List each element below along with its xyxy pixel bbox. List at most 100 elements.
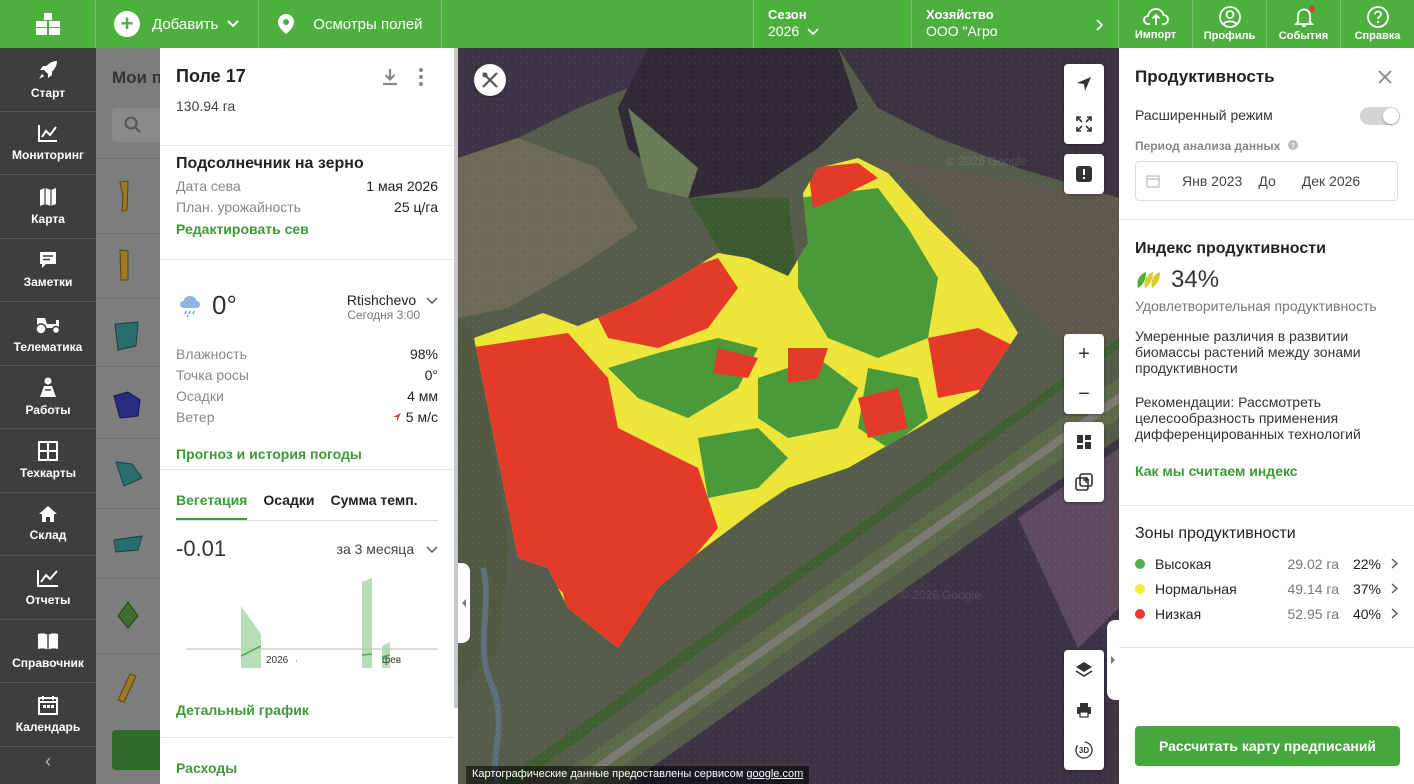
- field-thumbnail[interactable]: [110, 248, 146, 284]
- download-icon[interactable]: [382, 68, 398, 86]
- zone-area: 52.95 га: [1287, 605, 1339, 622]
- field-list-overlay: Мои п: [96, 48, 160, 784]
- layout-button[interactable]: [1064, 422, 1104, 462]
- nav-item-start[interactable]: Старт: [0, 48, 96, 112]
- sow-date-row: Дата сева 1 мая 2026: [176, 176, 438, 197]
- zone-row-low[interactable]: Низкая 52.95 га 40%: [1135, 601, 1398, 626]
- nav-item-map[interactable]: Карта: [0, 175, 96, 239]
- attribution-link[interactable]: google.com: [746, 768, 803, 780]
- collapse-field-panel-handle[interactable]: [458, 563, 470, 643]
- zone-name: Нормальная: [1155, 580, 1237, 597]
- nav-item-techcards[interactable]: Техкарты: [0, 429, 96, 493]
- field-thumbnail[interactable]: [110, 598, 146, 634]
- zone-area: 29.02 га: [1287, 555, 1339, 572]
- zone-row-high[interactable]: Высокая 29.02 га 22%: [1135, 551, 1398, 576]
- field-inspections-button[interactable]: Осмотры полей: [259, 0, 442, 48]
- zoom-in-button[interactable]: +: [1064, 334, 1104, 374]
- chevron-right-icon: [1391, 558, 1398, 569]
- nav-item-reference[interactable]: Справочник: [0, 620, 96, 683]
- collapse-nav-button[interactable]: ‹: [0, 747, 96, 777]
- alert-button[interactable]: [1064, 154, 1104, 194]
- field-list-search[interactable]: [112, 108, 160, 142]
- collapse-right-panel-handle[interactable]: [1107, 620, 1119, 700]
- print-button[interactable]: [1064, 690, 1104, 730]
- tab-temperature-sum[interactable]: Сумма темп.: [331, 492, 418, 520]
- weather-forecast-link[interactable]: Прогноз и история погоды: [176, 446, 362, 462]
- compare-icon: [1075, 473, 1093, 491]
- app-logo[interactable]: [0, 0, 96, 48]
- zoom-out-button[interactable]: −: [1064, 374, 1104, 414]
- location-pin-icon: [278, 14, 295, 34]
- field-thumbnail[interactable]: [110, 388, 146, 424]
- field-thumbnail[interactable]: [110, 458, 146, 494]
- productivity-index-title: Индекс продуктивности: [1135, 240, 1326, 257]
- attribution-text: Картографические данные предоставлены се…: [472, 768, 747, 780]
- farm-selector[interactable]: Хозяйство ООО "Агро: [911, 0, 1118, 48]
- chevron-down-icon: [426, 546, 438, 554]
- nav-item-works[interactable]: Работы: [0, 366, 96, 429]
- sow-date-label: Дата сева: [176, 178, 241, 194]
- field-details-panel: Поле 17 130.94 га Подсолнечник на зерно …: [160, 48, 454, 784]
- dew-point-label: Точка росы: [176, 367, 249, 383]
- minus-icon: −: [1078, 382, 1090, 405]
- help-label: Справка: [1354, 30, 1401, 42]
- yield-label: План. урожайность: [176, 199, 301, 215]
- field-area: 130.94 га: [176, 98, 236, 114]
- advanced-mode-toggle[interactable]: [1360, 107, 1400, 125]
- tab-vegetation[interactable]: Вегетация: [176, 492, 248, 520]
- nav-item-monitoring[interactable]: Мониторинг: [0, 112, 96, 175]
- chevron-left-icon: [462, 599, 466, 607]
- profile-button[interactable]: Профиль: [1192, 0, 1266, 48]
- season-selector[interactable]: Сезон 2026: [753, 0, 911, 48]
- nav-item-telematics[interactable]: Телематика: [0, 302, 96, 366]
- chevron-right-icon: [1391, 608, 1398, 619]
- nav-item-warehouse[interactable]: Склад: [0, 493, 96, 556]
- more-vertical-icon[interactable]: [418, 68, 424, 86]
- fullscreen-button[interactable]: [1064, 104, 1104, 144]
- tab-precipitation[interactable]: Осадки: [263, 492, 314, 520]
- 3d-view-button[interactable]: 3D: [1064, 730, 1104, 770]
- vegetation-period-selector[interactable]: за 3 месяца: [337, 541, 438, 557]
- field-list-action-button[interactable]: [112, 730, 160, 770]
- calculate-prescription-map-button[interactable]: Рассчитать карту предписаний: [1135, 726, 1400, 766]
- period-from[interactable]: Янв 2023: [1182, 173, 1242, 189]
- help-circle-icon[interactable]: ?: [1287, 140, 1298, 150]
- field-thumbnail[interactable]: [110, 178, 146, 214]
- layers-button[interactable]: [1064, 650, 1104, 690]
- nav-label: Заметки: [23, 275, 73, 290]
- zone-row-normal[interactable]: Нормальная 49.14 га 37%: [1135, 576, 1398, 601]
- rocket-icon: [39, 60, 57, 79]
- plus-icon: +: [1078, 342, 1090, 365]
- field-thumbnail[interactable]: [110, 528, 146, 564]
- field-thumbnail[interactable]: [110, 318, 146, 354]
- productivity-panel: Продуктивность Расширенный режим Период …: [1119, 48, 1414, 784]
- nav-item-calendar[interactable]: Календарь: [0, 683, 96, 747]
- help-button[interactable]: Справка: [1340, 0, 1414, 48]
- analysis-period-range[interactable]: Янв 2023 До Дек 2026: [1135, 161, 1398, 201]
- close-icon[interactable]: [1378, 70, 1392, 84]
- events-button[interactable]: События: [1266, 0, 1340, 48]
- import-button[interactable]: Импорт: [1118, 0, 1192, 48]
- compare-button[interactable]: [1064, 462, 1104, 502]
- my-location-button[interactable]: [1064, 64, 1104, 104]
- field-thumbnail[interactable]: [110, 670, 146, 706]
- edit-sow-link[interactable]: Редактировать сев: [176, 221, 438, 237]
- period-to[interactable]: Дек 2026: [1302, 173, 1360, 189]
- nav-item-reports[interactable]: Отчеты: [0, 556, 96, 620]
- detailed-chart-link[interactable]: Детальный график: [176, 702, 309, 718]
- satellite-map[interactable]: © 2026 Google © 2026 Google + − 3D Карто…: [458, 48, 1119, 784]
- map-bottom-controls: 3D: [1064, 650, 1104, 770]
- weather-location-selector[interactable]: Rtishchevo Сегодня 3:00: [347, 292, 438, 322]
- how-we-calculate-link[interactable]: Как мы считаем индекс: [1135, 463, 1398, 479]
- humidity-row: Влажность 98%: [176, 344, 438, 365]
- period-to-label: До: [1258, 173, 1276, 189]
- nav-item-notes[interactable]: Заметки: [0, 239, 96, 302]
- expenses-link[interactable]: Расходы: [176, 760, 438, 776]
- zone-color-dot: [1135, 583, 1145, 594]
- map-tools-button[interactable]: [474, 64, 506, 96]
- question-icon: [1366, 6, 1389, 28]
- add-button[interactable]: + Добавить: [96, 0, 260, 48]
- precipitation-label: Осадки: [176, 388, 224, 404]
- productivity-explanation: Умеренные различия в развитии биомассы р…: [1135, 328, 1361, 376]
- map-watermark: © 2026 Google: [900, 588, 981, 602]
